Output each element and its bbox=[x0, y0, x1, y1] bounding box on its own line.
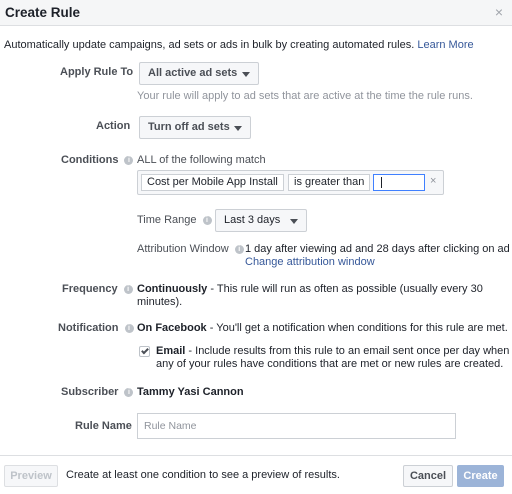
subscriber-label-text: Subscriber bbox=[61, 386, 119, 398]
notification-value-text: - You'll get a notification when conditi… bbox=[206, 322, 508, 334]
info-icon[interactable]: i bbox=[123, 285, 133, 294]
time-range-label: Time Range i bbox=[137, 214, 212, 226]
action-value: Turn off ad sets bbox=[148, 121, 230, 133]
info-icon[interactable]: i bbox=[234, 245, 244, 254]
frequency-value-bold: Continuously bbox=[137, 283, 208, 295]
subscriber-value: Tammy Yasi Cannon bbox=[137, 386, 244, 398]
dialog-description: Automatically update campaigns, ad sets … bbox=[4, 39, 474, 51]
email-line-1: Email - Include results from this rule t… bbox=[156, 345, 509, 357]
rule-name-label: Rule Name bbox=[75, 420, 132, 432]
remove-condition-icon[interactable]: × bbox=[430, 175, 436, 187]
frequency-line-1: Continuously - This rule will run as oft… bbox=[137, 283, 483, 295]
frequency-label-text: Frequency bbox=[62, 283, 118, 295]
info-icon[interactable]: i bbox=[202, 216, 212, 225]
email-bold: Email bbox=[156, 345, 186, 357]
frequency-line-2: minutes). bbox=[137, 296, 183, 308]
cancel-button[interactable]: Cancel bbox=[403, 465, 453, 487]
attribution-window-label-text: Attribution Window bbox=[137, 243, 229, 255]
preview-note: Create at least one condition to see a p… bbox=[66, 469, 340, 481]
subscriber-label: Subscriber i bbox=[61, 386, 134, 398]
caret-down-icon bbox=[234, 126, 242, 131]
dialog-title: Create Rule bbox=[5, 5, 81, 20]
condition-metric[interactable]: Cost per Mobile App Install bbox=[141, 174, 284, 191]
close-icon[interactable]: × bbox=[495, 4, 503, 20]
change-attribution-link[interactable]: Change attribution window bbox=[245, 256, 375, 268]
notification-label: Notification i bbox=[58, 322, 134, 334]
description-text: Automatically update campaigns, ad sets … bbox=[4, 39, 415, 51]
condition-value-input[interactable] bbox=[373, 174, 425, 191]
conditions-label: Conditions i bbox=[61, 154, 134, 166]
attribution-window-label: Attribution Window i bbox=[137, 243, 244, 255]
info-icon[interactable]: i bbox=[124, 156, 134, 165]
apply-rule-value: All active ad sets bbox=[148, 67, 238, 79]
attribution-window-value: 1 day after viewing ad and 28 days after… bbox=[245, 243, 510, 255]
action-dropdown[interactable]: Turn off ad sets bbox=[139, 116, 251, 139]
conditions-match-text: ALL of the following match bbox=[137, 154, 266, 166]
email-checkbox[interactable] bbox=[139, 346, 150, 357]
email-line-2: any of your rules have conditions that a… bbox=[156, 358, 504, 370]
apply-rule-dropdown[interactable]: All active ad sets bbox=[139, 62, 259, 85]
learn-more-link[interactable]: Learn More bbox=[417, 39, 473, 51]
dialog-footer: Preview Create at least one condition to… bbox=[0, 455, 512, 494]
action-label: Action bbox=[96, 120, 131, 132]
condition-row: Cost per Mobile App Install is greater t… bbox=[137, 170, 444, 195]
caret-down-icon bbox=[290, 219, 298, 224]
apply-rule-helper: Your rule will apply to ad sets that are… bbox=[137, 90, 473, 102]
time-range-value: Last 3 days bbox=[224, 214, 281, 226]
frequency-value-text: - This rule will run as often as possibl… bbox=[207, 283, 483, 295]
time-range-dropdown[interactable]: Last 3 days bbox=[215, 209, 307, 232]
conditions-label-text: Conditions bbox=[61, 154, 119, 166]
preview-button[interactable]: Preview bbox=[4, 465, 58, 487]
info-icon[interactable]: i bbox=[124, 324, 134, 333]
notification-value-bold: On Facebook bbox=[137, 322, 207, 334]
email-text: - Include results from this rule to an e… bbox=[185, 345, 510, 357]
time-range-label-text: Time Range bbox=[137, 214, 197, 226]
notification-label-text: Notification bbox=[58, 322, 119, 334]
condition-operator[interactable]: is greater than bbox=[288, 174, 371, 191]
rule-name-input[interactable] bbox=[137, 413, 456, 439]
text-cursor bbox=[381, 177, 382, 188]
info-icon[interactable]: i bbox=[124, 388, 134, 397]
caret-down-icon bbox=[242, 72, 250, 77]
create-button[interactable]: Create bbox=[457, 465, 504, 487]
dialog-header: Create Rule × bbox=[0, 0, 512, 26]
checkmark-icon bbox=[141, 346, 149, 355]
apply-rule-label: Apply Rule To bbox=[60, 66, 134, 78]
frequency-label: Frequency i bbox=[62, 283, 133, 295]
notification-facebook: On Facebook - You'll get a notification … bbox=[137, 322, 508, 334]
